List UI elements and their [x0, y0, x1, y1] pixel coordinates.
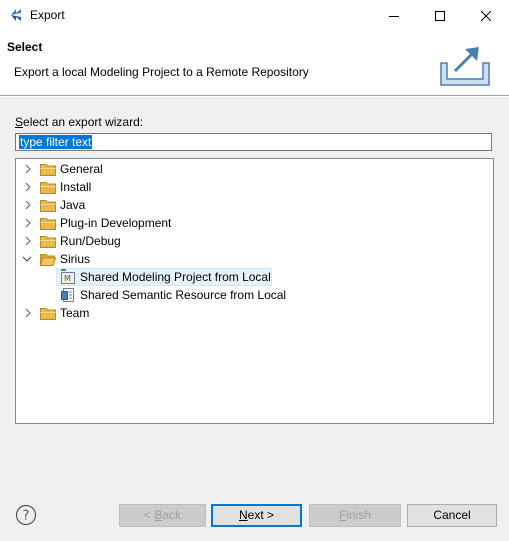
folder-icon [40, 308, 56, 320]
modeling-project-icon: M [61, 269, 75, 284]
chevron-down-icon[interactable] [22, 250, 32, 268]
folder-open-icon [40, 254, 56, 266]
close-icon [481, 10, 491, 21]
close-button[interactable] [463, 0, 509, 31]
tree-item-shared-modeling-project[interactable]: M Shared Modeling Project from Local [16, 268, 486, 286]
next-button[interactable]: Next > [211, 504, 302, 527]
folder-icon [40, 236, 56, 248]
wizard-label: Select an export wizard: [15, 115, 144, 129]
page-description: Export a local Modeling Project to a Rem… [14, 65, 309, 79]
folder-icon [40, 182, 56, 194]
folder-icon [40, 218, 56, 230]
svg-text:M: M [64, 274, 71, 283]
tree-item-shared-semantic-resource[interactable]: Shared Semantic Resource from Local [16, 286, 486, 304]
chevron-right-icon[interactable] [23, 160, 33, 178]
tree-item-install[interactable]: Install [16, 178, 486, 196]
eclipse-app-icon [11, 9, 21, 21]
tree-item-plugin-development[interactable]: Plug-in Development [16, 214, 486, 232]
chevron-right-icon[interactable] [23, 304, 33, 322]
filter-input[interactable]: type filter text [15, 133, 492, 151]
chevron-right-icon[interactable] [23, 196, 33, 214]
title-bar: Export [0, 0, 509, 31]
chevron-right-icon[interactable] [23, 178, 33, 196]
tree-item-run-debug[interactable]: Run/Debug [16, 232, 486, 250]
window-title: Export [30, 8, 65, 22]
export-banner-icon [440, 47, 490, 86]
maximize-icon [435, 10, 445, 21]
tree-item-sirius[interactable]: Sirius [16, 250, 486, 268]
semantic-resource-icon [61, 288, 74, 302]
maximize-button[interactable] [417, 0, 463, 31]
tree-item-java[interactable]: Java [16, 196, 486, 214]
filter-text: type filter text [19, 135, 93, 149]
folder-icon [40, 200, 56, 212]
tree-item-general[interactable]: General [16, 160, 486, 178]
finish-button[interactable]: Finish [309, 504, 401, 527]
export-wizard-tree[interactable]: General Install Java Plug-in Development… [15, 158, 494, 424]
cancel-button[interactable]: Cancel [407, 504, 497, 527]
minimize-icon [389, 15, 399, 17]
chevron-right-icon[interactable] [23, 232, 33, 250]
back-button[interactable]: < Back [119, 504, 206, 527]
help-icon[interactable]: ? [15, 504, 37, 526]
page-title: Select [7, 40, 43, 54]
chevron-right-icon[interactable] [23, 214, 33, 232]
tree-item-team[interactable]: Team [16, 304, 486, 322]
minimize-button[interactable] [371, 0, 417, 31]
svg-text:?: ? [23, 509, 30, 524]
folder-icon [40, 164, 56, 176]
wizard-header: Select Export a local Modeling Project t… [0, 31, 509, 95]
